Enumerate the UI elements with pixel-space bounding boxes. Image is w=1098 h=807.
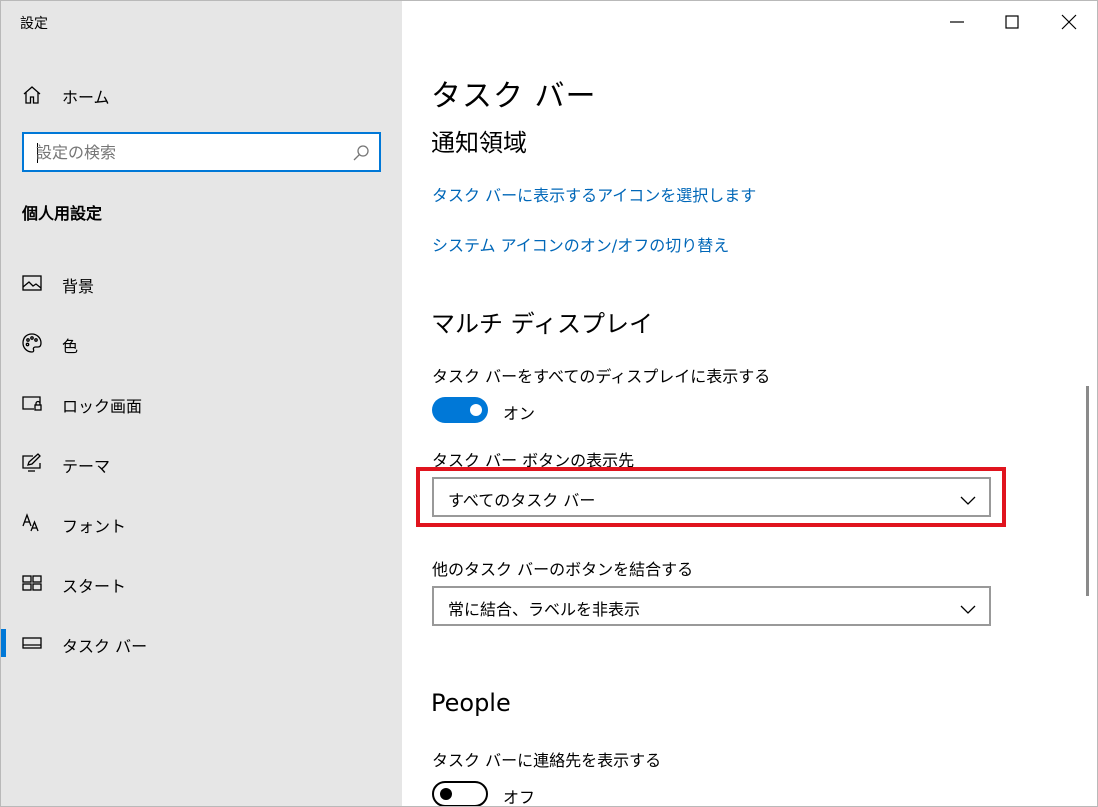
- toggle-knob: [470, 404, 482, 416]
- sidebar-item-label: テーマ: [62, 457, 111, 476]
- app-title: 設定: [20, 16, 48, 32]
- toggle-show-all-displays[interactable]: [432, 397, 488, 423]
- dropdown-value: 常に結合、ラベルを非表示: [448, 600, 641, 619]
- sidebar-item-label: スタート: [62, 577, 127, 596]
- sidebar-item-theme[interactable]: テーマ: [1, 441, 402, 485]
- home-icon: [21, 84, 43, 106]
- font-icon: [21, 512, 43, 534]
- sidebar: 設定 ホーム 個人用設定: [1, 1, 402, 806]
- section-heading-multi-display: マルチ ディスプレイ: [431, 310, 653, 338]
- sidebar-item-label: ロック画面: [62, 397, 143, 416]
- sidebar-item-label: フォント: [62, 517, 127, 536]
- sidebar-item-label: 色: [62, 337, 79, 356]
- dropdown-value: すべてのタスク バー: [448, 491, 596, 510]
- close-button[interactable]: [1040, 1, 1097, 43]
- search-box[interactable]: [22, 132, 381, 172]
- toggle-state-text: オン: [503, 404, 536, 423]
- sidebar-item-start[interactable]: スタート: [1, 561, 402, 605]
- section-heading-notification-area: 通知領域: [431, 129, 527, 157]
- section-heading-people: People: [431, 689, 511, 717]
- setting-label-show-contacts: タスク バーに連絡先を表示する: [432, 751, 662, 770]
- sidebar-item-color[interactable]: 色: [1, 321, 402, 365]
- toggle-knob: [440, 788, 452, 800]
- setting-label-show-all-displays: タスク バーをすべてのディスプレイに表示する: [432, 367, 771, 386]
- dropdown-buttons-on[interactable]: すべてのタスク バー: [432, 477, 991, 517]
- sidebar-item-lock-screen[interactable]: ロック画面: [1, 381, 402, 425]
- taskbar-icon: [21, 632, 43, 654]
- lock-screen-icon: [21, 392, 43, 414]
- setting-label-combine-buttons: 他のタスク バーのボタンを結合する: [432, 560, 694, 579]
- sidebar-item-label: ホーム: [62, 88, 110, 107]
- sidebar-item-home[interactable]: ホーム: [1, 77, 402, 113]
- start-icon: [21, 572, 43, 594]
- active-indicator: [1, 629, 6, 657]
- chevron-down-icon: [959, 600, 977, 614]
- toggle-show-contacts[interactable]: [432, 781, 488, 806]
- chevron-down-icon: [959, 491, 977, 505]
- sidebar-item-label: タスク バー: [62, 637, 148, 656]
- maximize-button[interactable]: [983, 1, 1041, 43]
- scrollbar[interactable]: [1086, 386, 1089, 596]
- main-content: タスク バー 通知領域 タスク バーに表示するアイコンを選択します システム ア…: [402, 1, 1097, 807]
- search-icon[interactable]: [351, 143, 371, 163]
- settings-window: 設定 ホーム 個人用設定: [0, 0, 1098, 807]
- sidebar-item-background[interactable]: 背景: [1, 261, 402, 305]
- theme-icon: [21, 452, 43, 474]
- sidebar-item-taskbar[interactable]: タスク バー: [1, 621, 402, 665]
- search-input[interactable]: [36, 142, 336, 162]
- section-title: 個人用設定: [22, 204, 103, 223]
- link-system-icons-toggle[interactable]: システム アイコンのオン/オフの切り替え: [432, 232, 729, 256]
- palette-icon: [21, 332, 43, 354]
- dropdown-combine-buttons[interactable]: 常に結合、ラベルを非表示: [432, 586, 991, 626]
- sidebar-item-label: 背景: [62, 277, 95, 296]
- sidebar-item-font[interactable]: フォント: [1, 501, 402, 545]
- minimize-button[interactable]: [928, 1, 986, 43]
- page-title: タスク バー: [431, 79, 597, 114]
- link-select-taskbar-icons[interactable]: タスク バーに表示するアイコンを選択します: [432, 182, 756, 206]
- toggle-state-text: オフ: [503, 788, 536, 807]
- picture-icon: [21, 272, 43, 294]
